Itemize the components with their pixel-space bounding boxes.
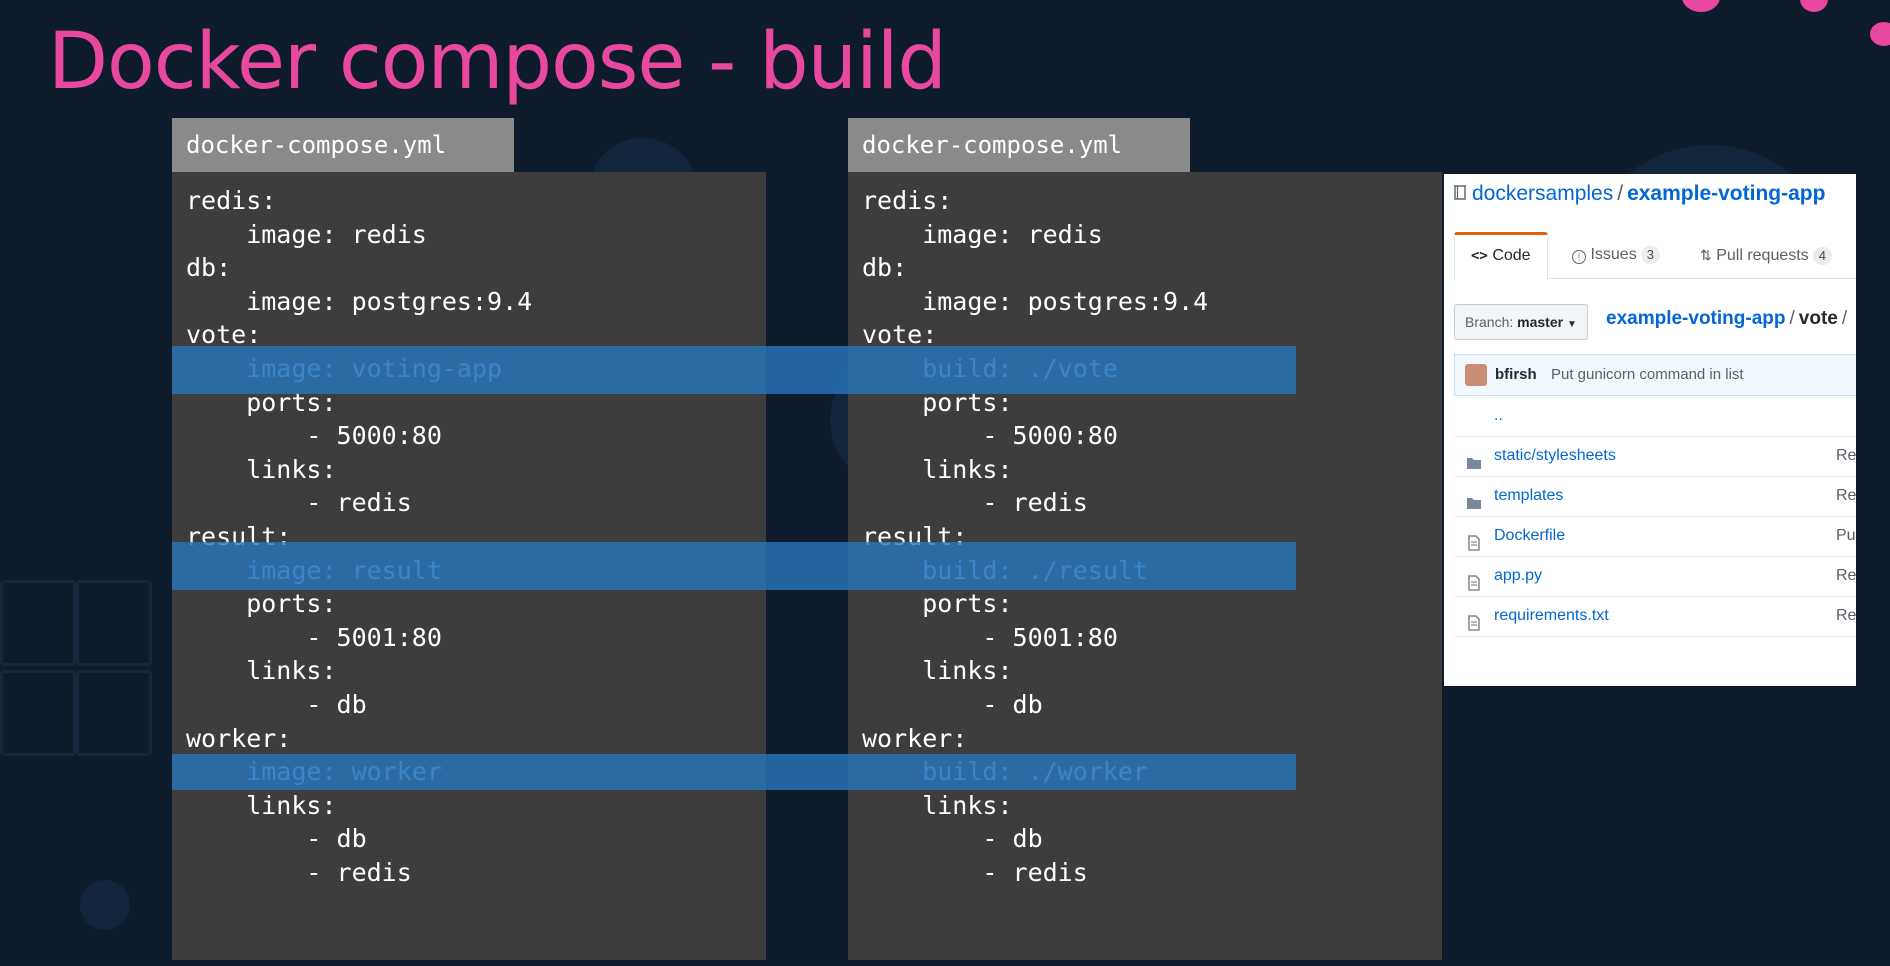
commit-message[interactable]: Put gunicorn command in list: [1551, 355, 1744, 395]
code-line: - db: [186, 824, 367, 854]
code-line: image: postgres:9.4: [862, 286, 1209, 316]
tab-code[interactable]: <> Code: [1454, 232, 1548, 280]
breadcrumb-separator: /: [1789, 308, 1795, 329]
code-line: redis:: [862, 186, 953, 215]
file-name-link[interactable]: app.py: [1494, 556, 1542, 596]
code-line: image: redis: [862, 219, 1103, 249]
code-line: redis:: [186, 186, 277, 215]
file-row[interactable]: Dockerfile Pu: [1454, 516, 1856, 557]
github-repo-panel: dockersamples / example-voting-app <> Code…: [1444, 174, 1856, 686]
file-tab-right: docker-compose.yml: [848, 118, 1190, 172]
parent-directory-link[interactable]: ..: [1494, 396, 1503, 436]
file-row[interactable]: templates Re: [1454, 476, 1856, 517]
folder-icon: [1466, 447, 1482, 469]
branch-select[interactable]: Branch: master ▼: [1454, 304, 1588, 340]
code-line: ports:: [186, 589, 337, 619]
decorative-dot: [1800, 0, 1828, 12]
file-name-link[interactable]: templates: [1494, 476, 1563, 516]
file-commit-message[interactable]: Re: [1836, 476, 1856, 516]
code-line: worker:: [862, 723, 968, 753]
repo-separator: /: [1617, 182, 1624, 205]
pull-request-icon: ⇅: [1700, 247, 1712, 263]
breadcrumb-current-dir: vote: [1798, 308, 1838, 329]
code-line: db:: [862, 253, 908, 283]
caret-down-icon: ▼: [1566, 319, 1577, 330]
code-line: links:: [186, 790, 337, 820]
latest-commit-bar: bfirsh Put gunicorn command in list: [1454, 354, 1856, 396]
highlight-band-result: [172, 542, 1296, 590]
code-line: - redis: [186, 857, 412, 887]
code-icon: <>: [1471, 248, 1488, 264]
code-line: - 5000:80: [862, 421, 1118, 451]
background-shape: [0, 670, 76, 756]
file-name-link[interactable]: static/stylesheets: [1494, 436, 1616, 476]
branch-prefix: Branch:: [1465, 314, 1514, 330]
tab-pulls-label: Pull requests: [1716, 247, 1809, 264]
file-icon: [1466, 607, 1482, 631]
tab-issues[interactable]: ! Issues 3: [1572, 232, 1660, 278]
breadcrumb-repo-link[interactable]: example-voting-app: [1606, 308, 1785, 329]
file-row[interactable]: app.py Re: [1454, 556, 1856, 597]
breadcrumb: example-voting-app / vote /: [1606, 308, 1851, 330]
code-line: links:: [862, 656, 1013, 686]
tab-pull-requests[interactable]: ⇅ Pull requests 4: [1700, 232, 1832, 278]
code-line: - redis: [186, 488, 412, 518]
code-line: - 5000:80: [186, 421, 442, 451]
pulls-counter: 4: [1812, 247, 1832, 265]
code-line: - db: [862, 824, 1043, 854]
code-line: image: postgres:9.4: [186, 286, 533, 316]
file-name-link[interactable]: Dockerfile: [1494, 516, 1565, 556]
code-line: links:: [186, 656, 337, 686]
file-commit-message[interactable]: Pu: [1836, 516, 1856, 556]
code-line: links:: [862, 790, 1013, 820]
background-shape: [76, 670, 152, 756]
code-line: - 5001:80: [862, 622, 1118, 652]
decorative-dot: [1870, 22, 1890, 46]
repo-tabs: <> Code ! Issues 3 ⇅ Pull requests 4: [1454, 232, 1856, 280]
file-commit-message[interactable]: Re: [1836, 436, 1856, 476]
decorative-dot: [1682, 0, 1720, 12]
code-line: - redis: [862, 857, 1088, 887]
code-line: links:: [862, 454, 1013, 484]
issue-icon: !: [1572, 250, 1586, 264]
code-line: db:: [186, 253, 232, 283]
code-line: - redis: [862, 488, 1088, 518]
file-tab-left: docker-compose.yml: [172, 118, 514, 172]
repo-header: dockersamples / example-voting-app: [1454, 182, 1825, 206]
file-icon: [1466, 567, 1482, 591]
slide-title: Docker compose - build: [48, 17, 947, 107]
file-icon: [1466, 527, 1482, 551]
avatar[interactable]: [1465, 364, 1487, 386]
commit-author[interactable]: bfirsh: [1495, 355, 1537, 395]
code-line: image: redis: [186, 219, 427, 249]
repo-owner-link[interactable]: dockersamples: [1472, 182, 1613, 205]
code-line: ports:: [862, 589, 1013, 619]
folder-icon: [1466, 487, 1482, 509]
background-shape: [0, 580, 76, 666]
breadcrumb-separator: /: [1841, 308, 1848, 329]
file-commit-message[interactable]: Re: [1836, 596, 1856, 636]
file-name-link[interactable]: requirements.txt: [1494, 596, 1609, 636]
tab-code-label: Code: [1492, 247, 1531, 264]
branch-name: master: [1517, 314, 1564, 330]
tab-issues-label: Issues: [1590, 246, 1637, 263]
background-shape: [76, 580, 152, 666]
code-line: - db: [186, 689, 367, 719]
code-line: - 5001:80: [186, 622, 442, 652]
file-row[interactable]: static/stylesheets Re: [1454, 436, 1856, 477]
repo-name-link[interactable]: example-voting-app: [1627, 182, 1825, 205]
highlight-band-worker: [172, 754, 1296, 790]
repo-icon: [1454, 185, 1466, 200]
file-commit-message[interactable]: Re: [1836, 556, 1856, 596]
parent-directory-row[interactable]: ..: [1454, 396, 1856, 437]
file-row[interactable]: requirements.txt Re: [1454, 596, 1856, 637]
code-line: - db: [862, 689, 1043, 719]
code-line: worker:: [186, 723, 292, 753]
background-circle: [80, 880, 130, 930]
highlight-band-vote: [172, 346, 1296, 394]
issues-counter: 3: [1640, 246, 1660, 264]
code-line: links:: [186, 454, 337, 484]
